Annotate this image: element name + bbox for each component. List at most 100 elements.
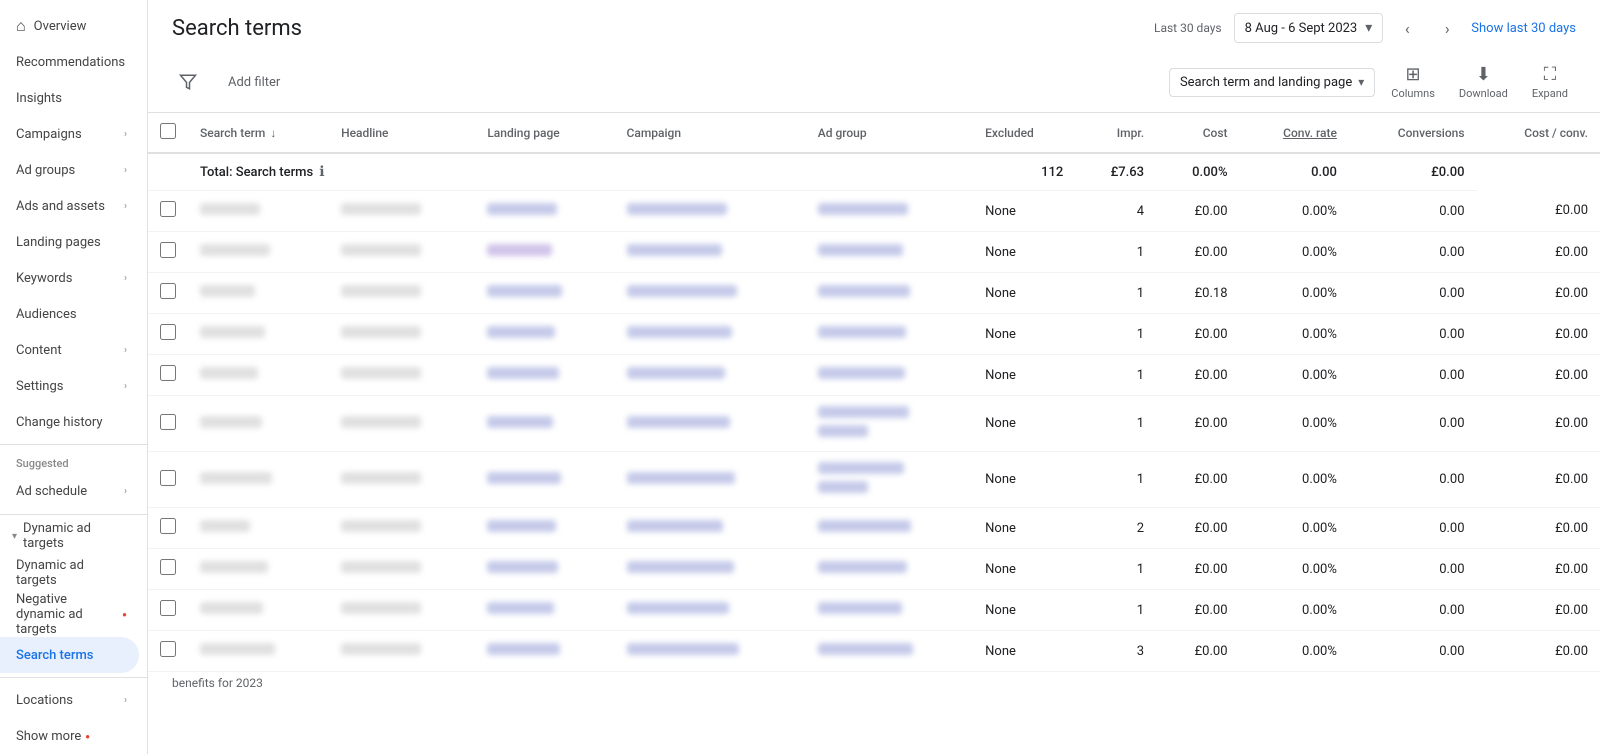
sidebar-item-change-history[interactable]: Change history — [0, 404, 139, 440]
view-selector-text: Search term and landing page — [1180, 75, 1352, 90]
sidebar-item-locations[interactable]: Locations › — [0, 682, 139, 718]
total-conversions: 0.00 — [1240, 153, 1349, 191]
chevron-down-icon: ▾ — [1358, 75, 1364, 89]
cell-ad-group — [806, 590, 973, 631]
row-checkbox[interactable] — [160, 641, 176, 657]
sidebar-item-label: Search terms — [16, 648, 93, 663]
sidebar-item-keywords[interactable]: Keywords › — [0, 260, 139, 296]
sidebar-item-label: Landing pages — [16, 235, 101, 250]
row-checkbox[interactable] — [160, 414, 176, 430]
sidebar-item-dynamic-ad-targets-toggle[interactable]: ▾ Dynamic ad targets — [0, 518, 139, 554]
columns-button[interactable]: ⊞ Columns — [1383, 60, 1443, 104]
col-header-conv-rate[interactable]: Conv. rate — [1240, 113, 1349, 153]
cell-ad-group — [806, 549, 973, 590]
cell-conversions: 0.00 — [1349, 590, 1477, 631]
table-row: None1£0.000.00%0.00£0.00 — [148, 549, 1600, 590]
view-selector[interactable]: Search term and landing page ▾ — [1169, 68, 1375, 97]
table-row: None1£0.000.00%0.00£0.00 — [148, 355, 1600, 396]
table-row: None1£0.000.00%0.00£0.00 — [148, 590, 1600, 631]
cell-conv-rate: 0.00% — [1240, 590, 1349, 631]
show-last-link[interactable]: Show last 30 days — [1471, 21, 1576, 36]
sidebar-item-dynamic-ad-targets[interactable]: Dynamic ad targets — [0, 555, 139, 591]
select-all-header[interactable] — [148, 113, 188, 153]
download-icon: ⬇ — [1476, 64, 1491, 85]
row-checkbox[interactable] — [160, 324, 176, 340]
chevron-right-icon: › — [124, 345, 127, 356]
cell-ad-group — [806, 355, 973, 396]
cell-campaign — [615, 396, 806, 452]
select-all-checkbox[interactable] — [160, 123, 176, 139]
cell-excluded: None — [973, 273, 1075, 314]
col-header-search-term[interactable]: Search term ↓ — [188, 113, 329, 153]
cell-impr: 1 — [1075, 590, 1156, 631]
cell-impr: 4 — [1075, 191, 1156, 232]
sidebar-item-campaigns[interactable]: Campaigns › — [0, 116, 139, 152]
cell-ad-group — [806, 396, 973, 452]
col-label-search-term: Search term — [200, 126, 265, 140]
sidebar-item-label: Dynamic ad targets — [16, 558, 127, 588]
cell-landing-page — [475, 355, 614, 396]
row-checkbox[interactable] — [160, 518, 176, 534]
cell-excluded: None — [973, 355, 1075, 396]
cell-excluded: None — [973, 452, 1075, 508]
sidebar-item-label: Ad schedule — [16, 484, 87, 499]
sidebar-item-ads-assets[interactable]: Ads and assets › — [0, 188, 139, 224]
download-button[interactable]: ⬇ Download — [1451, 60, 1516, 104]
cell-cost: £0.00 — [1156, 232, 1239, 273]
sidebar-item-search-terms[interactable]: Search terms — [0, 637, 139, 673]
cell-impr: 2 — [1075, 508, 1156, 549]
cell-conversions: 0.00 — [1349, 232, 1477, 273]
row-checkbox[interactable] — [160, 559, 176, 575]
sidebar-item-label: Change history — [16, 415, 103, 430]
sidebar-item-overview[interactable]: ⌂ Overview — [0, 8, 139, 44]
total-conv-rate: 0.00% — [1156, 153, 1239, 191]
sidebar-item-audiences[interactable]: Audiences — [0, 296, 139, 332]
date-picker[interactable]: 8 Aug - 6 Sept 2023 ▾ — [1234, 13, 1384, 43]
row-checkbox[interactable] — [160, 242, 176, 258]
cell-excluded: None — [973, 631, 1075, 672]
sidebar-item-ad-schedule[interactable]: Ad schedule › — [0, 474, 139, 510]
col-header-cost: Cost — [1156, 113, 1239, 153]
prev-date-button[interactable]: ‹ — [1391, 12, 1423, 44]
next-date-button[interactable]: › — [1431, 12, 1463, 44]
col-header-campaign: Campaign — [615, 113, 806, 153]
cell-cost: £0.00 — [1156, 508, 1239, 549]
sidebar-item-landing-pages[interactable]: Landing pages — [0, 224, 139, 260]
cell-landing-page — [475, 508, 614, 549]
cell-headline — [329, 549, 475, 590]
cell-impr: 3 — [1075, 631, 1156, 672]
sidebar-item-negative-dynamic[interactable]: Negative dynamic ad targets — [0, 591, 139, 637]
cell-landing-page — [475, 191, 614, 232]
sidebar-item-settings[interactable]: Settings › — [0, 368, 139, 404]
row-checkbox[interactable] — [160, 470, 176, 486]
sidebar-item-ad-groups[interactable]: Ad groups › — [0, 152, 139, 188]
expand-button[interactable]: ⛶ Expand — [1524, 60, 1576, 104]
row-checkbox[interactable] — [160, 365, 176, 381]
row-checkbox[interactable] — [160, 201, 176, 217]
sidebar-item-content[interactable]: Content › — [0, 332, 139, 368]
cell-conv-rate: 0.00% — [1240, 508, 1349, 549]
sidebar-item-recommendations[interactable]: Recommendations — [0, 44, 139, 80]
row-checkbox[interactable] — [160, 283, 176, 299]
cell-headline — [329, 314, 475, 355]
cell-landing-page — [475, 631, 614, 672]
sidebar-item-insights[interactable]: Insights — [0, 80, 139, 116]
sidebar-item-show-more[interactable]: Show more — [0, 718, 139, 754]
add-filter-button[interactable]: Add filter — [220, 71, 288, 94]
cell-search-term — [188, 191, 329, 232]
filter-icon-button[interactable] — [172, 66, 204, 98]
cell-headline — [329, 452, 475, 508]
cell-conversions: 0.00 — [1349, 452, 1477, 508]
table-row: None1£0.000.00%0.00£0.00 — [148, 314, 1600, 355]
cell-cost-conv: £0.00 — [1477, 549, 1600, 590]
sidebar-item-label: Overview — [34, 19, 87, 34]
total-label-text: Total: Search terms — [200, 165, 313, 180]
cell-conversions: 0.00 — [1349, 508, 1477, 549]
search-terms-table: Search term ↓ Headline Landing page Camp… — [148, 113, 1600, 672]
cell-impr: 1 — [1075, 273, 1156, 314]
footer-text: benefits for 2023 — [148, 672, 1600, 694]
info-icon[interactable]: ℹ — [319, 164, 324, 180]
row-checkbox[interactable] — [160, 600, 176, 616]
col-label-cost: Cost — [1203, 126, 1228, 140]
cell-landing-page — [475, 590, 614, 631]
